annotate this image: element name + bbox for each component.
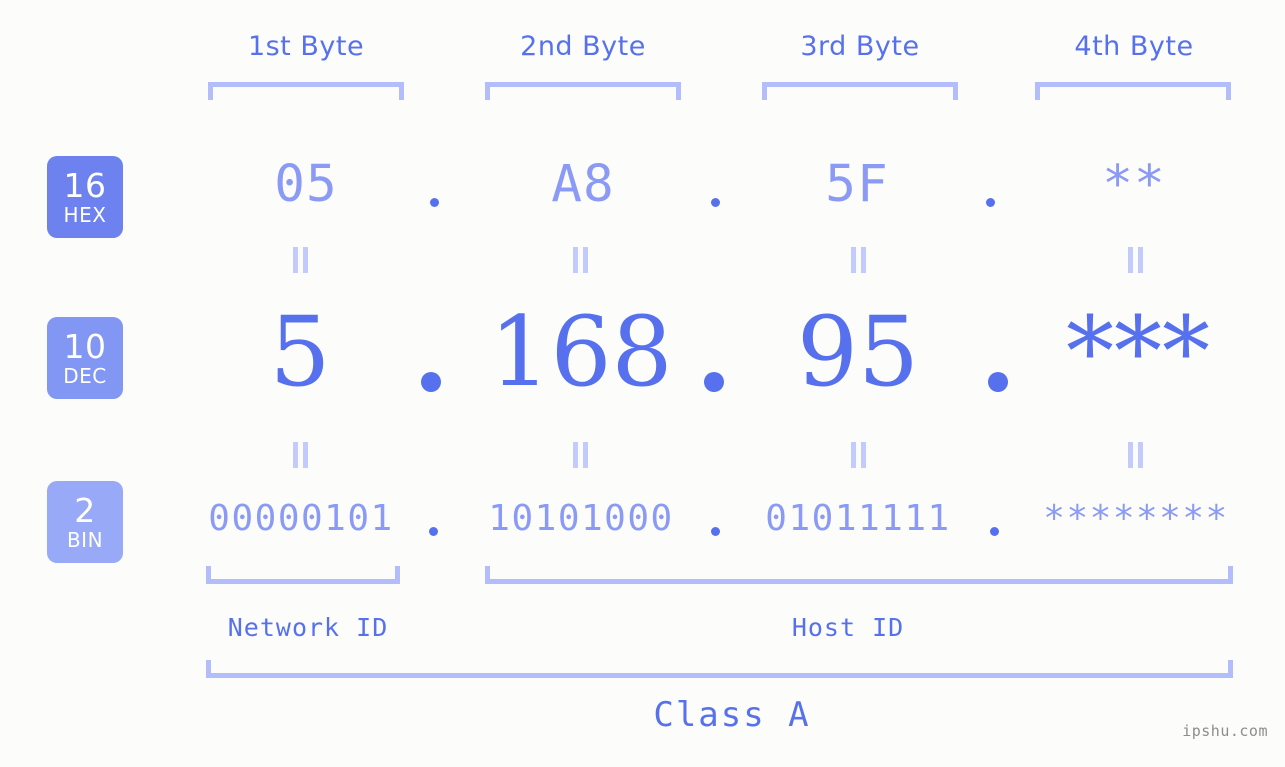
- equals-connector-hex-dec-3: [851, 247, 866, 273]
- byte-bracket-2: [485, 82, 681, 100]
- equals-connector-dec-bin-2: [573, 442, 588, 468]
- bin-byte-2: 10101000: [488, 498, 674, 539]
- bin-byte-1: 00000101: [208, 498, 394, 539]
- hex-separator-1: [430, 198, 439, 207]
- hex-byte-2: A8: [551, 155, 615, 214]
- byte-bracket-1: [208, 82, 404, 100]
- radix-badge-hex-number: 16: [63, 166, 107, 205]
- radix-badge-bin: 2 BIN: [47, 481, 123, 563]
- byte-header-3: 3rd Byte: [800, 31, 920, 62]
- byte-bracket-3: [762, 82, 958, 100]
- hex-byte-4: **: [1102, 155, 1166, 214]
- host-id-bracket: [485, 566, 1233, 584]
- bin-separator-1: [429, 527, 438, 536]
- radix-badge-hex-label: HEX: [63, 203, 107, 227]
- dec-separator-2: [704, 372, 724, 392]
- bin-separator-2: [711, 527, 720, 536]
- dec-byte-2: 168: [489, 296, 673, 408]
- host-id-label: Host ID: [791, 613, 905, 642]
- dec-separator-1: [421, 372, 441, 392]
- dec-byte-4: ***: [1066, 296, 1210, 408]
- dec-byte-3: 95: [796, 296, 920, 408]
- equals-connector-hex-dec-2: [573, 247, 588, 273]
- radix-badge-dec-number: 10: [63, 327, 107, 366]
- bin-separator-3: [990, 527, 999, 536]
- hex-separator-3: [986, 198, 995, 207]
- radix-badge-bin-number: 2: [74, 491, 96, 530]
- byte-bracket-4: [1035, 82, 1231, 100]
- ip-breakdown-diagram: 1st Byte 2nd Byte 3rd Byte 4th Byte 16 H…: [0, 0, 1285, 767]
- radix-badge-dec-label: DEC: [63, 364, 107, 388]
- radix-badge-bin-label: BIN: [66, 528, 104, 552]
- hex-byte-3: 5F: [825, 155, 889, 214]
- equals-connector-dec-bin-3: [851, 442, 866, 468]
- class-label: Class A: [653, 695, 811, 735]
- equals-connector-hex-dec-1: [293, 247, 308, 273]
- byte-header-2: 2nd Byte: [520, 31, 646, 62]
- hex-separator-2: [711, 198, 720, 207]
- site-watermark: ipshu.com: [1182, 722, 1268, 740]
- bin-byte-3: 01011111: [765, 498, 951, 539]
- network-id-label: Network ID: [227, 613, 389, 642]
- equals-connector-dec-bin-1: [293, 442, 308, 468]
- byte-header-1: 1st Byte: [247, 31, 365, 62]
- class-bracket: [206, 660, 1233, 678]
- radix-badge-dec: 10 DEC: [47, 317, 123, 399]
- equals-connector-dec-bin-4: [1128, 442, 1143, 468]
- dec-separator-3: [988, 372, 1008, 392]
- dec-byte-1: 5: [269, 296, 331, 408]
- byte-header-4: 4th Byte: [1074, 31, 1194, 62]
- network-id-bracket: [206, 566, 400, 584]
- equals-connector-hex-dec-4: [1128, 247, 1143, 273]
- bin-byte-4: ********: [1043, 498, 1229, 539]
- radix-badge-hex: 16 HEX: [47, 156, 123, 238]
- hex-byte-1: 05: [274, 155, 338, 214]
